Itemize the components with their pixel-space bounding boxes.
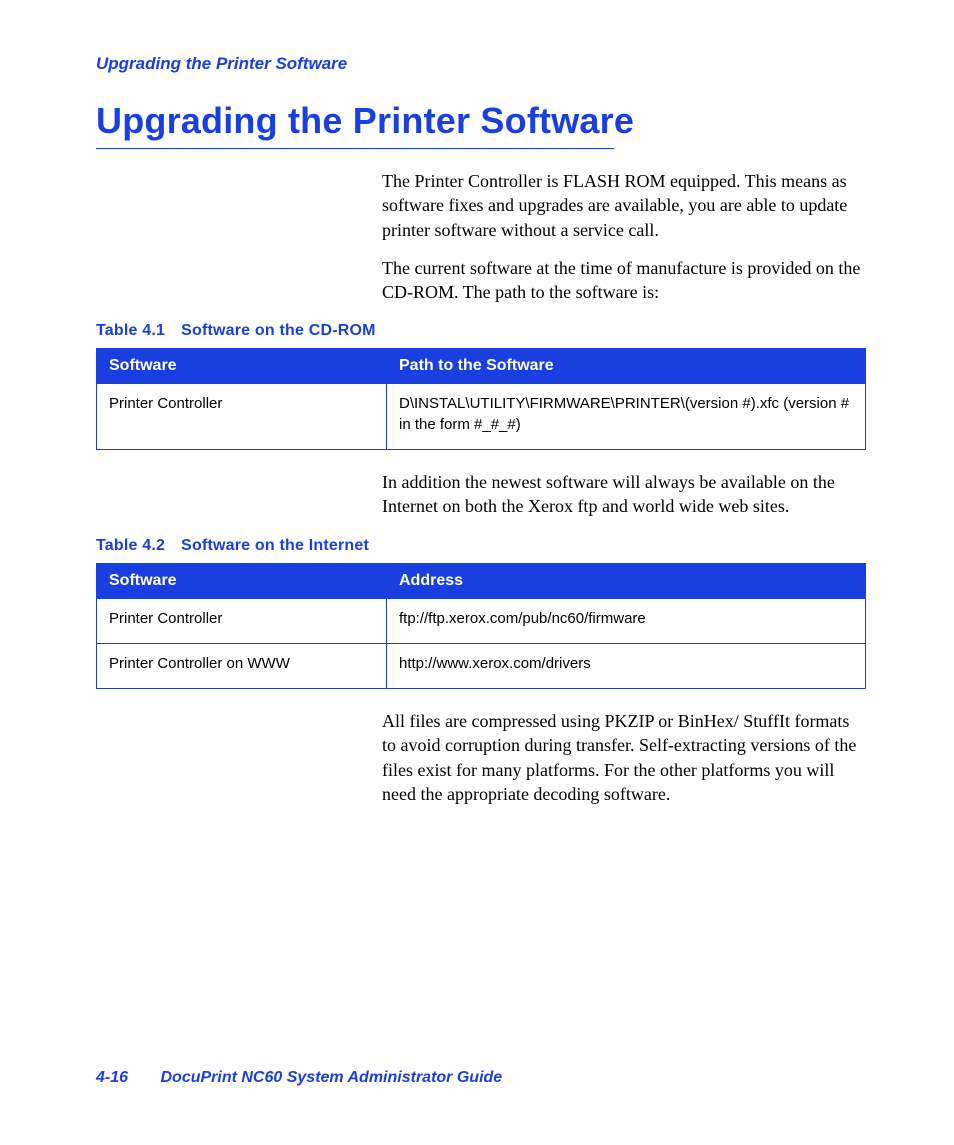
table-2-caption: Table 4.2 Software on the Internet <box>96 537 864 555</box>
table-2-row-0-address: ftp://ftp.xerox.com/pub/nc60/firmware <box>387 598 866 643</box>
table-row: Printer Controller ftp://ftp.xerox.com/p… <box>97 598 866 643</box>
paragraph-3: In addition the newest software will alw… <box>382 470 864 519</box>
footer-doc-title: DocuPrint NC60 System Administrator Guid… <box>160 1069 502 1086</box>
table-header-row: Software Address <box>97 563 866 598</box>
page-title: Upgrading the Printer Software <box>96 100 864 142</box>
table-2-header-software: Software <box>97 563 387 598</box>
page-number: 4-16 <box>96 1069 128 1087</box>
table-2-row-1-software: Printer Controller on WWW <box>97 643 387 688</box>
table-1-number: Table 4.1 <box>96 322 165 339</box>
paragraph-2: The current software at the time of manu… <box>382 256 864 305</box>
table-header-row: Software Path to the Software <box>97 349 866 384</box>
paragraph-4: All files are compressed using PKZIP or … <box>382 709 864 806</box>
table-internet: Software Address Printer Controller ftp:… <box>96 563 866 690</box>
table-cdrom: Software Path to the Software Printer Co… <box>96 348 866 450</box>
table-2-row-0-software: Printer Controller <box>97 598 387 643</box>
table-1-row-0-path: D\INSTAL\UTILITY\FIRMWARE\PRINTER\(versi… <box>387 384 866 450</box>
paragraph-1: The Printer Controller is FLASH ROM equi… <box>382 169 864 242</box>
table-2-number: Table 4.2 <box>96 537 165 554</box>
table-1-title: Software on the CD-ROM <box>181 322 376 339</box>
table-row: Printer Controller on WWW http://www.xer… <box>97 643 866 688</box>
table-1-caption: Table 4.1 Software on the CD-ROM <box>96 322 864 340</box>
table-1-header-path: Path to the Software <box>387 349 866 384</box>
table-1-row-0-software: Printer Controller <box>97 384 387 450</box>
table-1-header-software: Software <box>97 349 387 384</box>
running-header: Upgrading the Printer Software <box>96 54 864 74</box>
table-2-header-address: Address <box>387 563 866 598</box>
table-row: Printer Controller D\INSTAL\UTILITY\FIRM… <box>97 384 866 450</box>
title-rule <box>96 148 614 149</box>
table-2-row-1-address: http://www.xerox.com/drivers <box>387 643 866 688</box>
page-footer: 4-16 DocuPrint NC60 System Administrator… <box>96 1069 502 1087</box>
table-2-title: Software on the Internet <box>181 537 369 554</box>
